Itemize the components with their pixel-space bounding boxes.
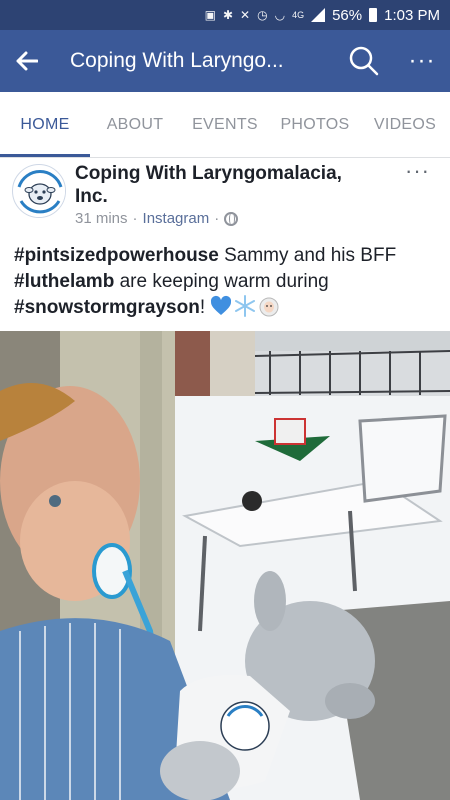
- meta-separator: ·: [132, 210, 138, 227]
- mute-icon: ✕: [240, 8, 251, 22]
- tab-photos[interactable]: PHOTOS: [270, 92, 360, 157]
- hashtag-link[interactable]: #snowstormgrayson: [14, 297, 200, 318]
- more-button[interactable]: ···: [394, 30, 450, 92]
- post-header: Coping With Laryngomalacia, Inc. 31 mins…: [0, 158, 450, 236]
- hashtag-link[interactable]: #pintsizedpowerhouse: [14, 245, 219, 266]
- alarm-icon: ◷: [257, 8, 268, 22]
- tab-about[interactable]: ABOUT: [90, 92, 180, 157]
- clock: 1:03 PM: [384, 6, 440, 24]
- post-page-name[interactable]: Coping With Laryngomalacia, Inc.: [75, 162, 375, 208]
- blue-heart-icon: [211, 295, 232, 315]
- post-text-segment: are keeping warm during: [114, 271, 329, 292]
- signal-icon: [311, 8, 326, 22]
- sheep-icon: [259, 297, 279, 317]
- lamb-logo-icon: [14, 166, 65, 217]
- globe-icon: [224, 211, 239, 226]
- page-title: Coping With Laryngo...: [70, 49, 284, 72]
- post-text-segment: !: [199, 297, 206, 318]
- wifi-icon: ◡: [274, 8, 286, 22]
- tab-home[interactable]: HOME: [0, 92, 90, 157]
- post-meta: 31 mins · Instagram ·: [75, 210, 239, 227]
- tab-videos[interactable]: VIDEOS: [360, 92, 450, 157]
- page-avatar[interactable]: [12, 164, 66, 218]
- network-type: 4G: [292, 10, 305, 20]
- hashtag-link[interactable]: #luthelamb: [14, 271, 114, 292]
- more-icon: ···: [408, 47, 436, 74]
- post-options-button[interactable]: ···: [405, 158, 430, 184]
- notification-icon: ▣: [204, 8, 216, 22]
- battery-percent: 56%: [332, 6, 363, 24]
- post-time[interactable]: 31 mins: [75, 210, 128, 227]
- back-button[interactable]: [0, 30, 54, 92]
- battery-icon: [369, 8, 378, 22]
- app-bar: Coping With Laryngo... ···: [0, 30, 450, 92]
- search-button[interactable]: [334, 30, 394, 92]
- status-bar: ▣ ✱ ✕ ◷ ◡ 4G 56% 1:03 PM: [0, 0, 450, 30]
- photo-baby-with-lamb-in-snow: [0, 331, 450, 800]
- post-text: #pintsizedpowerhouse Sammy and his BFF #…: [14, 243, 439, 321]
- search-icon: [349, 46, 379, 76]
- bluetooth-icon: ✱: [222, 8, 234, 22]
- post-source[interactable]: Instagram: [143, 210, 210, 227]
- post-photo[interactable]: [0, 331, 450, 800]
- back-arrow-icon: [16, 51, 38, 71]
- meta-separator: ·: [214, 210, 220, 227]
- post-text-segment: Sammy and his BFF: [218, 245, 397, 266]
- page-tabs: HOME ABOUT EVENTS PHOTOS VIDEOS: [0, 92, 450, 158]
- snowflake-icon: [235, 295, 256, 317]
- tab-events[interactable]: EVENTS: [180, 92, 270, 157]
